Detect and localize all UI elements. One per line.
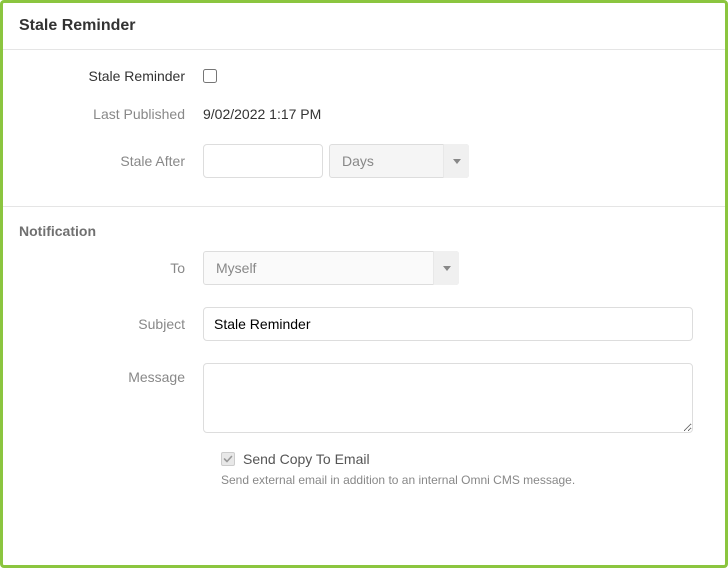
stale-reminder-panel: Stale Reminder Stale Reminder Last Publi…: [0, 0, 728, 568]
stale-section: Stale Reminder Last Published 9/02/2022 …: [3, 50, 725, 206]
to-value: Myself: [216, 260, 256, 276]
notification-heading: Notification: [3, 207, 725, 251]
label-stale-after: Stale After: [19, 153, 203, 169]
stale-after-input[interactable]: [203, 144, 323, 178]
row-message: Message: [19, 363, 709, 433]
send-copy-checkbox[interactable]: [221, 452, 235, 466]
row-last-published: Last Published 9/02/2022 1:17 PM: [19, 106, 709, 122]
label-to: To: [19, 260, 203, 276]
checkmark-icon: [223, 454, 233, 464]
last-published-value: 9/02/2022 1:17 PM: [203, 106, 321, 122]
stale-after-unit-select[interactable]: Days: [329, 144, 469, 178]
panel-header: Stale Reminder: [3, 3, 725, 50]
to-select[interactable]: Myself: [203, 251, 459, 285]
row-stale-reminder: Stale Reminder: [19, 68, 709, 84]
label-message: Message: [19, 363, 203, 385]
subject-input[interactable]: [203, 307, 693, 341]
label-last-published: Last Published: [19, 106, 203, 122]
label-subject: Subject: [19, 316, 203, 332]
row-stale-after: Stale After Days: [19, 144, 709, 178]
row-subject: Subject: [19, 307, 709, 341]
panel-title: Stale Reminder: [19, 17, 709, 35]
stale-after-unit-value: Days: [342, 153, 374, 169]
row-to: To Myself: [19, 251, 709, 285]
notification-section: To Myself Subject Message: [3, 251, 725, 511]
send-copy-label: Send Copy To Email: [243, 451, 370, 467]
send-copy-help: Send external email in addition to an in…: [221, 473, 709, 487]
message-textarea[interactable]: [203, 363, 693, 433]
send-copy-block: Send Copy To Email Send external email i…: [221, 451, 709, 487]
stale-reminder-checkbox[interactable]: [203, 69, 217, 83]
label-stale-reminder: Stale Reminder: [19, 68, 203, 84]
